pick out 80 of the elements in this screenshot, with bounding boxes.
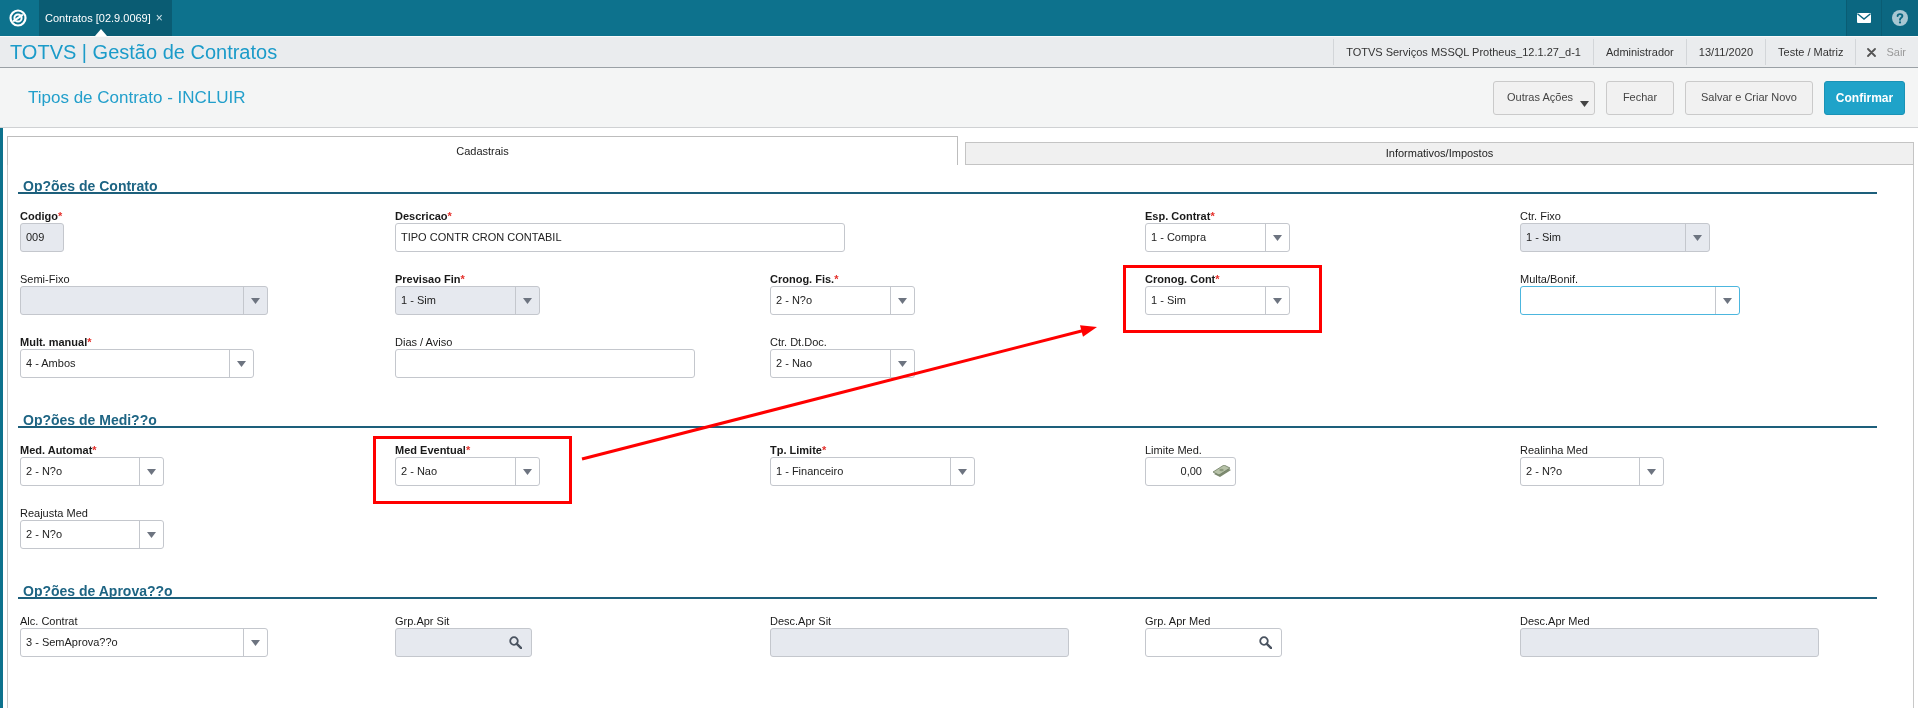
field-label: Ctr. Dt.Doc. <box>770 335 827 349</box>
caret-icon <box>1580 100 1589 107</box>
menu-button[interactable]: Outras Ações <box>1493 80 1595 115</box>
select-field[interactable]: 2 - N?o <box>770 286 915 315</box>
help-button[interactable] <box>1881 0 1918 36</box>
header-info: Teste / Matriz <box>1778 44 1844 60</box>
caret-icon <box>251 297 260 304</box>
text-field[interactable]: TIPO CONTR CRON CONTABIL <box>395 223 845 252</box>
select-field[interactable]: 2 - Nao <box>395 457 540 486</box>
section-title: Op?ões de Medi??o <box>23 412 157 428</box>
field-label: Grp.Apr Sit <box>395 614 450 628</box>
select-field[interactable] <box>1520 286 1740 315</box>
action-button[interactable]: Fechar <box>1606 80 1674 115</box>
section-title: Op?ões de Contrato <box>23 178 158 194</box>
caret-icon <box>958 468 967 475</box>
field-label: Alc. Contrat <box>20 614 78 628</box>
field-label: Med. Automat* <box>20 443 97 457</box>
field-label: Desc.Apr Sit <box>770 614 832 628</box>
field-label: Esp. Contrat* <box>1145 209 1215 223</box>
header-info: Administrador <box>1605 44 1674 60</box>
caret-icon <box>1273 297 1282 304</box>
field-label: Cronog. Fis.* <box>770 272 839 286</box>
select-field[interactable]: 4 - Ambos <box>20 349 254 378</box>
caret-icon <box>898 297 907 304</box>
select-field[interactable]: 2 - N?o <box>20 520 164 549</box>
caret-icon <box>251 639 260 646</box>
field-label: Mult. manual* <box>20 335 92 349</box>
caret-icon <box>147 531 156 538</box>
select-field[interactable]: 2 - N?o <box>1520 457 1664 486</box>
app-tab[interactable]: Contratos [02.9.0069] × <box>39 0 172 36</box>
header-info: 13/11/2020 <box>1698 44 1754 60</box>
section-title: Op?ões de Aprova??o <box>23 583 173 599</box>
caret-icon <box>147 468 156 475</box>
search-icon <box>1259 636 1272 649</box>
field-label: Reajusta Med <box>20 506 88 520</box>
page-title: Tipos de Contrato - INCLUIR <box>28 86 246 109</box>
field-label: Ctr. Fixo <box>1520 209 1561 223</box>
caret-icon <box>237 360 246 367</box>
search-icon <box>509 636 522 649</box>
field-label: Tp. Limite* <box>770 443 827 457</box>
mail-button[interactable] <box>1846 0 1881 36</box>
field-label: Limite Med. <box>1145 443 1202 457</box>
field-label: Cronog. Cont* <box>1145 272 1220 286</box>
caret-icon <box>1693 234 1702 241</box>
form-tab[interactable]: Cadastrais <box>7 136 958 165</box>
select-field[interactable]: 1 - Compra <box>1145 223 1290 252</box>
field-label: Multa/Bonif. <box>1520 272 1579 286</box>
caret-icon <box>898 360 907 367</box>
app-title: TOTVS | Gestão de Contratos <box>9 40 278 64</box>
field-label: Med Eventual* <box>395 443 471 457</box>
field-label: Codigo* <box>20 209 63 223</box>
header-info: TOTVS Serviços MSSQL Protheus_12.1.27_d-1 <box>1346 44 1581 60</box>
select-field[interactable]: 1 - Financeiro <box>770 457 975 486</box>
caret-icon <box>1273 234 1282 241</box>
help-icon <box>1892 10 1908 26</box>
field-label: Realinha Med <box>1520 443 1588 457</box>
field-label: Semi-Fixo <box>20 272 70 286</box>
caret-icon <box>1723 297 1732 304</box>
field-label: Descricao* <box>395 209 452 223</box>
field-label: Dias / Aviso <box>395 335 453 349</box>
text-field[interactable] <box>395 349 695 378</box>
lookup-field[interactable] <box>1145 628 1282 657</box>
action-button[interactable]: Salvar e Criar Novo <box>1685 80 1813 115</box>
field-label: Previsao Fin* <box>395 272 465 286</box>
banknote-icon <box>1212 465 1232 478</box>
select-field[interactable]: 3 - SemAprova??o <box>20 628 268 657</box>
select-field[interactable]: 1 - Sim <box>1145 286 1290 315</box>
envelope-icon <box>1857 13 1871 23</box>
field-label: Grp. Apr Med <box>1145 614 1211 628</box>
caret-icon <box>523 297 532 304</box>
select-field[interactable]: 2 - Nao <box>770 349 915 378</box>
logo-icon <box>9 9 27 27</box>
form-tab[interactable]: Informativos/Impostos <box>965 142 1914 165</box>
caret-icon <box>523 468 532 475</box>
close-icon <box>1867 47 1877 57</box>
currency-field[interactable]: 0,00 <box>1145 457 1236 486</box>
close-button[interactable]: × <box>155 12 163 24</box>
caret-icon <box>1647 468 1656 475</box>
field-label: Desc.Apr Med <box>1520 614 1590 628</box>
select-field[interactable]: 2 - N?o <box>20 457 164 486</box>
